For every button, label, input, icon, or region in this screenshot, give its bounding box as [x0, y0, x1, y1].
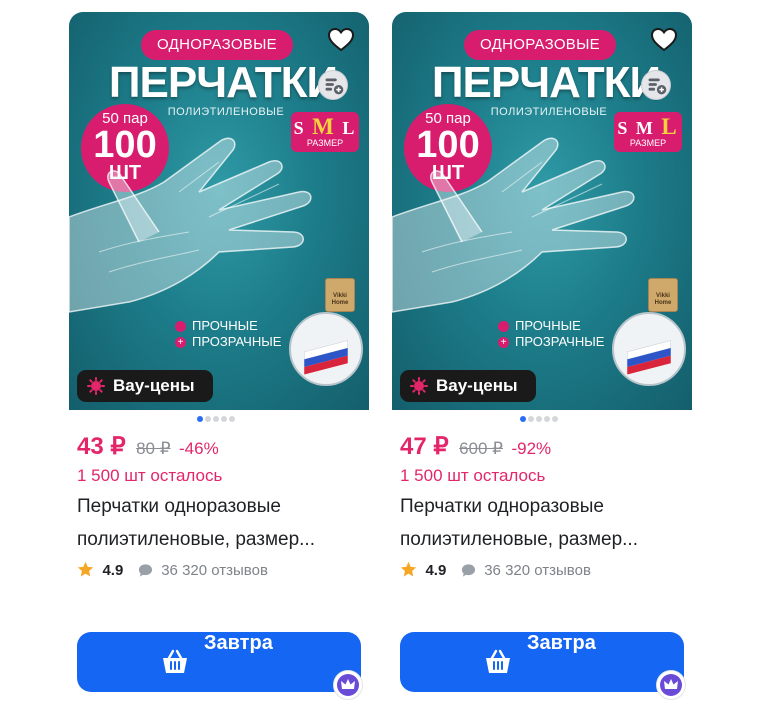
feature-2: ПРОЗРАЧНЫЕ: [515, 334, 605, 349]
carousel-dot[interactable]: [221, 416, 227, 422]
chat-icon: [461, 564, 475, 577]
reviews-count[interactable]: 36 320 отзывов: [484, 562, 591, 579]
carousel-dot[interactable]: [552, 416, 558, 422]
old-price: 80 ₽: [136, 439, 171, 458]
wow-price-badge: Вау-цены: [400, 370, 536, 402]
carousel-dot[interactable]: [229, 416, 235, 422]
wow-price-label: Вау-цены: [113, 376, 195, 395]
image-features: ПРОЧНЫЕ + ПРОЗРАЧНЫЕ: [175, 318, 281, 350]
carousel-dot[interactable]: [213, 416, 219, 422]
made-in-russia-stamp: [612, 312, 686, 386]
feature-2: ПРОЗРАЧНЫЕ: [192, 334, 282, 349]
product-title-line2[interactable]: полиэтиленовые, размер...: [400, 529, 638, 551]
image-subline: ПОЛИЭТИЛЕНОВЫЕ: [167, 106, 285, 118]
brand-logo: Vikki Home: [325, 278, 355, 312]
product-title-line2[interactable]: полиэтиленовые, размер...: [77, 529, 315, 551]
product-card[interactable]: ОДНОРАЗОВЫЕ ПЕРЧАТКИ ПОЛИЭТИЛЕНОВЫЕ 50 п…: [69, 12, 369, 702]
rating-row: 4.9 36 320 отзывов: [77, 561, 268, 581]
add-to-cart-button[interactable]: Завтра: [400, 632, 684, 692]
image-headline: ПЕРЧАТКИ: [108, 58, 338, 107]
chat-icon: [138, 564, 152, 577]
made-in-russia-stamp: [289, 312, 363, 386]
product-image[interactable]: ОДНОРАЗОВЫЕ ПЕРЧАТКИ ПОЛИЭТИЛЕНОВЫЕ 50 п…: [69, 12, 369, 410]
carousel-dot[interactable]: [544, 416, 550, 422]
glove-illustration: [392, 137, 635, 313]
reviews-count[interactable]: 36 320 отзывов: [161, 562, 268, 579]
discount-percent: -46%: [179, 439, 219, 458]
stock-remaining: 1 500 шт осталось: [400, 466, 546, 485]
plus-icon: +: [498, 337, 509, 349]
brand-logo: Vikki Home: [648, 278, 678, 312]
compare-icon[interactable]: [641, 70, 671, 100]
image-carousel-dots[interactable]: [520, 416, 564, 424]
image-pill-label: ОДНОРАЗОВЫЕ: [464, 30, 616, 60]
feature-dot-icon: [175, 321, 186, 333]
basket-icon: [486, 649, 510, 673]
carousel-dot[interactable]: [205, 416, 211, 422]
wow-price-label: Вау-цены: [436, 376, 518, 395]
crown-icon: [333, 670, 363, 700]
add-to-cart-button[interactable]: Завтра: [77, 632, 361, 692]
feature-1: ПРОЧНЫЕ: [192, 318, 258, 333]
crown-icon: [656, 670, 686, 700]
stock-remaining: 1 500 шт осталось: [77, 466, 223, 485]
image-subline: ПОЛИЭТИЛЕНОВЫЕ: [490, 106, 608, 118]
wow-price-badge: Вау-цены: [77, 370, 213, 402]
compare-icon[interactable]: [318, 70, 348, 100]
price-row: 47 ₽ 600 ₽ -92%: [400, 432, 551, 462]
delivery-label: Завтра: [527, 632, 596, 654]
price-row: 43 ₽ 80 ₽ -46%: [77, 432, 219, 462]
image-features: ПРОЧНЫЕ + ПРОЗРАЧНЫЕ: [498, 318, 604, 350]
image-pill-label: ОДНОРАЗОВЫЕ: [141, 30, 293, 60]
feature-dot-icon: [498, 321, 509, 333]
carousel-dot[interactable]: [520, 416, 526, 422]
carousel-dot[interactable]: [197, 416, 203, 422]
delivery-label: Завтра: [204, 632, 273, 654]
rating-value: 4.9: [102, 562, 124, 579]
basket-icon: [163, 649, 187, 673]
star-icon: [400, 561, 417, 577]
star-icon: [77, 561, 94, 577]
product-title-line1[interactable]: Перчатки одноразовые: [77, 496, 281, 518]
feature-1: ПРОЧНЫЕ: [515, 318, 581, 333]
heart-icon[interactable]: [327, 26, 355, 54]
product-image[interactable]: ОДНОРАЗОВЫЕ ПЕРЧАТКИ ПОЛИЭТИЛЕНОВЫЕ 50 п…: [392, 12, 692, 410]
carousel-dot[interactable]: [536, 416, 542, 422]
product-card[interactable]: ОДНОРАЗОВЫЕ ПЕРЧАТКИ ПОЛИЭТИЛЕНОВЫЕ 50 п…: [392, 12, 692, 702]
glove-illustration: [69, 137, 312, 313]
rating-row: 4.9 36 320 отзывов: [400, 561, 591, 581]
old-price: 600 ₽: [459, 439, 503, 458]
discount-percent: -92%: [511, 439, 552, 458]
rating-value: 4.9: [425, 562, 447, 579]
product-title-line1[interactable]: Перчатки одноразовые: [400, 496, 604, 518]
current-price: 47 ₽: [400, 433, 449, 460]
carousel-dot[interactable]: [528, 416, 534, 422]
wow-sale-icon: [87, 377, 105, 395]
image-headline: ПЕРЧАТКИ: [431, 58, 661, 107]
plus-icon: +: [175, 337, 186, 349]
image-carousel-dots[interactable]: [197, 416, 241, 424]
current-price: 43 ₽: [77, 433, 126, 460]
heart-icon[interactable]: [650, 26, 678, 54]
wow-sale-icon: [410, 377, 428, 395]
